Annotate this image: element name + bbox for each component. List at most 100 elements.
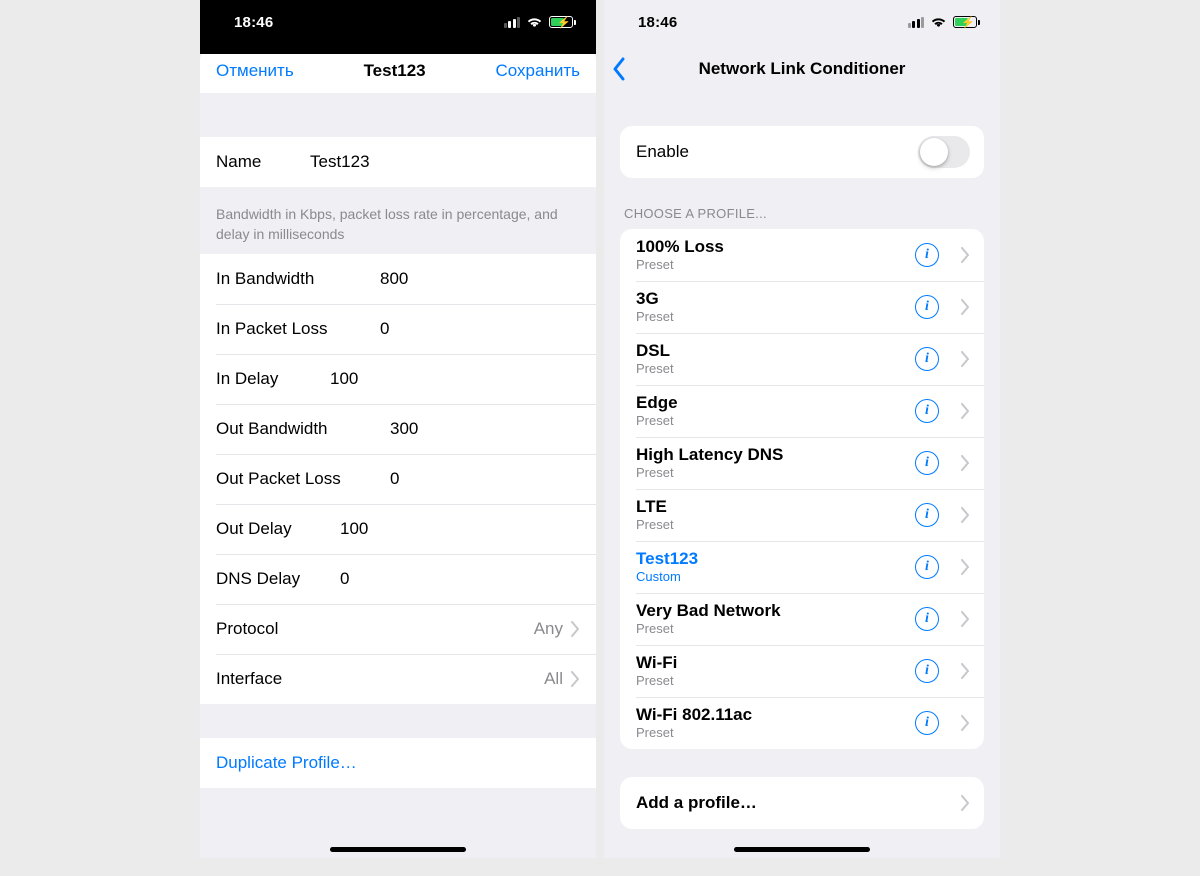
- info-icon[interactable]: i: [915, 399, 939, 423]
- battery-icon: ⚡: [953, 16, 980, 28]
- wifi-icon: [526, 16, 543, 28]
- cellular-icon: [908, 17, 925, 28]
- protocol-row[interactable]: Protocol Any: [200, 604, 596, 654]
- page-title: Network Link Conditioner: [699, 59, 906, 79]
- in-packet-loss-label: In Packet Loss: [216, 319, 366, 339]
- chevron-right-icon: [571, 671, 580, 687]
- chevron-right-icon: [961, 299, 970, 315]
- chevron-right-icon: [961, 559, 970, 575]
- status-icons: ⚡: [908, 16, 981, 28]
- chevron-right-icon: [961, 715, 970, 731]
- interface-row[interactable]: Interface All: [200, 654, 596, 704]
- phone-nlc-list: 18:46 ⚡ Network Link Conditioner: [604, 0, 1000, 858]
- out-bandwidth-row[interactable]: Out Bandwidth 300: [200, 404, 596, 454]
- in-delay-field[interactable]: 100: [330, 369, 358, 389]
- choose-profile-header: CHOOSE A PROFILE...: [620, 206, 984, 229]
- out-delay-row[interactable]: Out Delay 100: [200, 504, 596, 554]
- add-profile-label: Add a profile…: [636, 793, 757, 813]
- out-delay-label: Out Delay: [216, 519, 326, 539]
- chevron-right-icon: [961, 247, 970, 263]
- chevron-right-icon: [961, 351, 970, 367]
- profile-row[interactable]: EdgePreset i: [620, 385, 984, 437]
- profile-name: High Latency DNS: [636, 445, 783, 465]
- chevron-right-icon: [961, 663, 970, 679]
- out-bandwidth-label: Out Bandwidth: [216, 419, 376, 439]
- chevron-right-icon: [961, 455, 970, 471]
- info-icon[interactable]: i: [915, 347, 939, 371]
- profile-subtitle: Preset: [636, 361, 674, 377]
- profile-name: DSL: [636, 341, 674, 361]
- out-packet-loss-label: Out Packet Loss: [216, 469, 376, 489]
- profile-row[interactable]: Wi-FiPreseti: [620, 645, 984, 697]
- info-icon[interactable]: i: [915, 295, 939, 319]
- in-bandwidth-label: In Bandwidth: [216, 269, 366, 289]
- profile-row[interactable]: 3GPreseti: [620, 281, 984, 333]
- in-bandwidth-row[interactable]: In Bandwidth 800: [200, 254, 596, 304]
- profile-subtitle: Custom: [636, 569, 698, 585]
- profile-name: Edge: [636, 393, 678, 413]
- in-delay-row[interactable]: In Delay 100: [200, 354, 596, 404]
- cancel-button[interactable]: Отменить: [216, 61, 294, 81]
- name-field[interactable]: Test123: [310, 152, 370, 172]
- status-icons: ⚡: [504, 16, 577, 28]
- info-icon[interactable]: i: [915, 243, 939, 267]
- phone-edit-profile: 18:46 ⚡ Отменить Test123 Сохранить: [200, 0, 596, 858]
- dns-delay-field[interactable]: 0: [340, 569, 349, 589]
- info-icon[interactable]: i: [915, 503, 939, 527]
- info-icon[interactable]: i: [915, 659, 939, 683]
- status-bar: 18:46 ⚡: [200, 0, 596, 44]
- profile-row[interactable]: 100% LossPreseti: [620, 229, 984, 281]
- back-button[interactable]: [612, 44, 626, 94]
- chevron-right-icon: [961, 795, 970, 811]
- profiles-list: 100% LossPreseti3GPresetiDSLPresetiEdgeP…: [620, 229, 984, 749]
- enable-toggle[interactable]: [918, 136, 970, 168]
- protocol-label: Protocol: [216, 619, 366, 639]
- profile-row[interactable]: High Latency DNSPreseti: [620, 437, 984, 489]
- name-row[interactable]: Name Test123: [200, 137, 596, 187]
- profile-subtitle: Preset: [636, 621, 781, 637]
- interface-value: All: [544, 669, 563, 689]
- home-indicator[interactable]: [330, 847, 466, 852]
- duplicate-profile-button[interactable]: Duplicate Profile…: [200, 738, 596, 788]
- profile-row[interactable]: Very Bad NetworkPreseti: [620, 593, 984, 645]
- battery-icon: ⚡: [549, 16, 576, 28]
- status-bar: 18:46 ⚡: [604, 0, 1000, 44]
- chevron-right-icon: [961, 403, 970, 419]
- info-icon[interactable]: i: [915, 451, 939, 475]
- out-packet-loss-field[interactable]: 0: [390, 469, 399, 489]
- profile-subtitle: Preset: [636, 413, 678, 429]
- profile-row[interactable]: LTEPreseti: [620, 489, 984, 541]
- save-button[interactable]: Сохранить: [496, 61, 580, 81]
- dns-delay-label: DNS Delay: [216, 569, 326, 589]
- name-label: Name: [216, 152, 296, 172]
- profile-subtitle: Preset: [636, 517, 674, 533]
- in-bandwidth-field[interactable]: 800: [380, 269, 408, 289]
- profile-name: 3G: [636, 289, 674, 309]
- info-icon[interactable]: i: [915, 607, 939, 631]
- out-delay-field[interactable]: 100: [340, 519, 368, 539]
- home-indicator[interactable]: [734, 847, 870, 852]
- profile-name: Wi-Fi: [636, 653, 677, 673]
- out-bandwidth-field[interactable]: 300: [390, 419, 418, 439]
- profile-row[interactable]: Wi-Fi 802.11acPreseti: [620, 697, 984, 749]
- add-profile-button[interactable]: Add a profile…: [620, 777, 984, 829]
- dns-delay-row[interactable]: DNS Delay 0: [200, 554, 596, 604]
- out-packet-loss-row[interactable]: Out Packet Loss 0: [200, 454, 596, 504]
- info-icon[interactable]: i: [915, 711, 939, 735]
- section-note: Bandwidth in Kbps, packet loss rate in p…: [200, 187, 596, 254]
- in-delay-label: In Delay: [216, 369, 316, 389]
- chevron-right-icon: [961, 507, 970, 523]
- profile-subtitle: Preset: [636, 725, 752, 741]
- profile-row[interactable]: DSLPreset i: [620, 333, 984, 385]
- profile-row[interactable]: Test123Customi: [620, 541, 984, 593]
- in-packet-loss-row[interactable]: In Packet Loss 0: [200, 304, 596, 354]
- info-icon[interactable]: i: [915, 555, 939, 579]
- profile-subtitle: Preset: [636, 257, 724, 273]
- chevron-right-icon: [961, 611, 970, 627]
- sheet-title: Test123: [364, 61, 426, 81]
- in-packet-loss-field[interactable]: 0: [380, 319, 389, 339]
- status-time: 18:46: [234, 14, 273, 31]
- duplicate-profile-label: Duplicate Profile…: [216, 753, 357, 773]
- enable-row[interactable]: Enable: [620, 126, 984, 178]
- status-time: 18:46: [638, 14, 677, 31]
